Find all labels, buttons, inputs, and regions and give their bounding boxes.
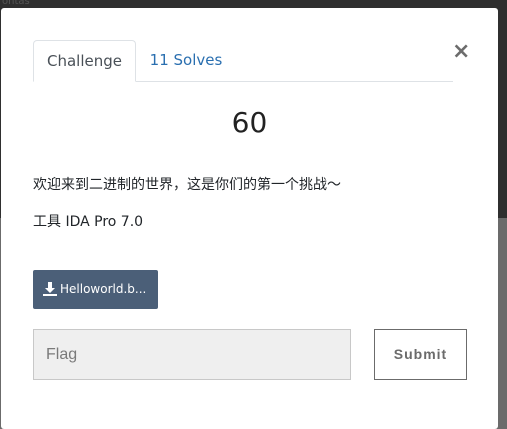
challenge-points: 60 bbox=[231, 106, 268, 139]
tab-solves[interactable]: 11 Solves bbox=[136, 40, 236, 81]
file-download-button[interactable]: Helloworld.b... bbox=[33, 270, 158, 309]
download-icon bbox=[43, 282, 57, 296]
challenge-modal: Challenge 11 Solves × 60 欢迎来到二进制的世界，这是你们… bbox=[1, 8, 498, 429]
close-button[interactable]: × bbox=[452, 41, 470, 63]
tab-challenge[interactable]: Challenge bbox=[33, 40, 136, 82]
modal-tabs: Challenge 11 Solves bbox=[33, 40, 453, 82]
flag-input[interactable] bbox=[33, 329, 351, 380]
submit-button[interactable]: Submit bbox=[374, 329, 467, 380]
challenge-description: 欢迎来到二进制的世界，这是你们的第一个挑战～ bbox=[33, 177, 341, 193]
backdrop-partial-text: ontas bbox=[2, 0, 30, 7]
file-download-label: Helloworld.b... bbox=[60, 282, 147, 296]
challenge-tool-line: 工具 IDA Pro 7.0 bbox=[33, 214, 144, 230]
